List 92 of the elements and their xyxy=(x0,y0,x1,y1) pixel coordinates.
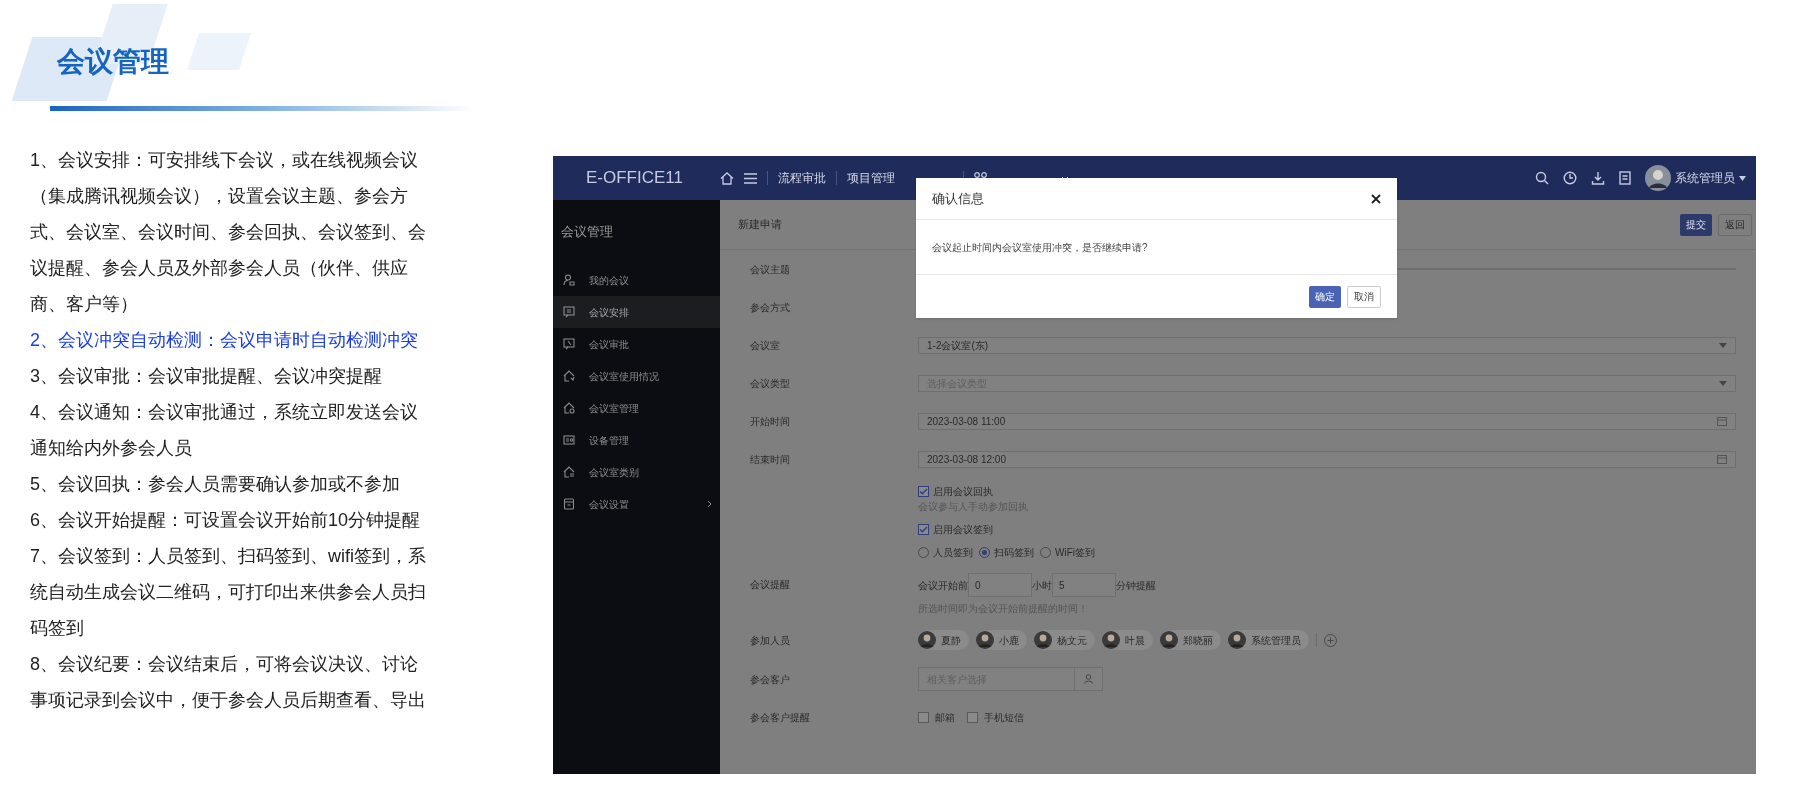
dropdown[interactable]: 1-2会议室(东) xyxy=(918,336,1736,354)
field-label: 会议主题 xyxy=(750,262,790,277)
person-chip[interactable]: 夏静 xyxy=(918,630,969,650)
person-chip[interactable]: 郑晓丽 xyxy=(1160,630,1221,650)
caret-icon xyxy=(1719,380,1727,386)
person-icon xyxy=(1084,674,1093,684)
radio-label: WiFi签到 xyxy=(1055,545,1095,560)
number-field[interactable]: 5 xyxy=(1052,573,1116,597)
bullet-point: 3、会议审批：会议审批提醒、会议冲突提醒 xyxy=(30,365,383,388)
sidebar-item[interactable]: 会议室类别 xyxy=(553,456,720,488)
avatar xyxy=(1228,631,1246,649)
checkbox-label: 手机短信 xyxy=(984,710,1024,725)
close-icon[interactable] xyxy=(1371,193,1381,204)
checkbox-label: 启用会议回执 xyxy=(933,484,993,499)
avatar xyxy=(918,631,936,649)
app-logo: E-OFFICE11 xyxy=(586,168,683,188)
nav-link[interactable]: 流程审批 xyxy=(778,169,826,187)
number-field[interactable]: 0 xyxy=(968,573,1032,597)
person-chip[interactable]: 杨文元 xyxy=(1034,630,1095,650)
field-label: 参加人员 xyxy=(750,633,790,648)
sidebar-title: 会议管理 xyxy=(561,223,613,242)
avatar xyxy=(1034,631,1052,649)
bullet-point: 6、会议开始提醒：可设置会议开始前10分钟提醒 xyxy=(30,509,422,532)
monitor-icon xyxy=(563,306,575,318)
device-icon xyxy=(563,434,575,446)
search-icon[interactable] xyxy=(1535,171,1549,185)
sidebar-item[interactable]: 会议设置 xyxy=(553,488,720,520)
caret-icon[interactable] xyxy=(1739,175,1746,181)
nav-link[interactable]: 项目管理 xyxy=(847,169,895,187)
house-icon xyxy=(563,402,575,414)
checkbox[interactable] xyxy=(967,711,978,723)
user-name[interactable]: 系统管理员 xyxy=(1675,169,1735,187)
bullet-point: 8、会议纪要：会议结束后，可将会议决议、讨论事项记录到会议中，便于参会人员后期查看、导出 xyxy=(30,653,427,712)
house-icon xyxy=(563,466,575,478)
sidebar-item[interactable]: 会议室管理 xyxy=(553,392,720,424)
bullet-point: 4、会议通知：会议审批通过，系统立即发送会议通知给内外参会人员 xyxy=(30,401,419,460)
field-label: 开始时间 xyxy=(750,414,790,429)
date-field[interactable]: 2023-03-08 12:00 xyxy=(918,450,1736,468)
field-label: 参会客户 xyxy=(750,672,790,687)
dialog-title: 确认信息 xyxy=(932,189,984,208)
person-chip[interactable]: 叶晨 xyxy=(1102,630,1153,650)
field-label: 参会客户提醒 xyxy=(750,710,810,725)
field-label: 结束时间 xyxy=(750,452,790,467)
avatar xyxy=(1102,631,1120,649)
sidebar-item[interactable]: 会议审批 xyxy=(553,328,720,360)
download-icon[interactable] xyxy=(1591,171,1605,185)
bullet-point: 7、会议签到：人员签到、扫码签到、wifi签到，系统自动生成会议二维码，可打印出来供参会人员扫码签到 xyxy=(30,545,427,640)
person-chip[interactable]: 小鹿 xyxy=(976,630,1027,650)
date-field[interactable]: 2023-03-08 11:00 xyxy=(918,412,1736,430)
slide-title: 会议管理 xyxy=(57,45,169,79)
submit-button[interactable]: 提交 xyxy=(1680,213,1712,236)
checkbox[interactable] xyxy=(918,711,929,723)
sidebar-item[interactable]: 会议安排 xyxy=(553,296,720,328)
confirm-button[interactable]: 确定 xyxy=(1309,285,1341,308)
bullet-point: 2、会议冲突自动检测：会议申请时自动检测冲突 xyxy=(30,329,419,352)
field-text: 会议开始前 xyxy=(918,578,968,593)
home-icon[interactable] xyxy=(720,171,734,185)
page-title: 新建申请 xyxy=(738,217,782,233)
cancel-button[interactable]: 取消 xyxy=(1347,285,1381,308)
calendar-icon xyxy=(1717,416,1727,426)
checkbox[interactable] xyxy=(918,523,929,535)
house-icon xyxy=(563,370,575,382)
back-button[interactable]: 返回 xyxy=(1718,213,1752,236)
checkbox-label: 邮箱 xyxy=(935,710,955,725)
field-text: 分钟提醒 xyxy=(1116,578,1156,593)
sidebar-item[interactable]: 会议室使用情况 xyxy=(553,360,720,392)
box-icon xyxy=(563,498,575,510)
field-label: 会议类型 xyxy=(750,376,790,391)
sidebar-item[interactable]: 设备管理 xyxy=(553,424,720,456)
field-label: 会议室 xyxy=(750,338,780,353)
bullet-point: 5、会议回执：参会人员需要确认参加或不参加 xyxy=(30,473,401,496)
field-label: 参会方式 xyxy=(750,300,790,315)
avatar xyxy=(976,631,994,649)
radio-label: 人员签到 xyxy=(933,545,973,560)
checkbox-label: 启用会议签到 xyxy=(933,522,993,537)
calendar-icon xyxy=(1717,454,1727,464)
field-label: 会议提醒 xyxy=(750,577,790,592)
caret-icon xyxy=(1719,342,1727,348)
person-chip[interactable]: 系统管理员 xyxy=(1228,630,1309,650)
field-text: 小时 xyxy=(1032,578,1052,593)
monitor-icon xyxy=(563,338,575,350)
sidebar-item[interactable]: 我的会议 xyxy=(553,264,720,296)
avatar xyxy=(1160,631,1178,649)
person-icon xyxy=(563,274,575,286)
dialog-message: 会议起止时间内会议室使用冲突，是否继续申请? xyxy=(932,240,1148,255)
checkbox[interactable] xyxy=(918,485,929,497)
menu-icon[interactable] xyxy=(744,172,757,184)
document-icon[interactable] xyxy=(1619,171,1631,185)
avatar[interactable] xyxy=(1645,165,1671,191)
clock-icon[interactable] xyxy=(1563,171,1577,185)
bullet-point: 1、会议安排：可安排线下会议，或在线视频会议（集成腾讯视频会议），设置会议主题、参会方式、会议室、会议时间、参会回执、会议签到、会议提醒、参会人员及外部参会人员（伙伴、供应商、客户等） xyxy=(30,149,427,316)
radio-label: 扫码签到 xyxy=(994,545,1034,560)
